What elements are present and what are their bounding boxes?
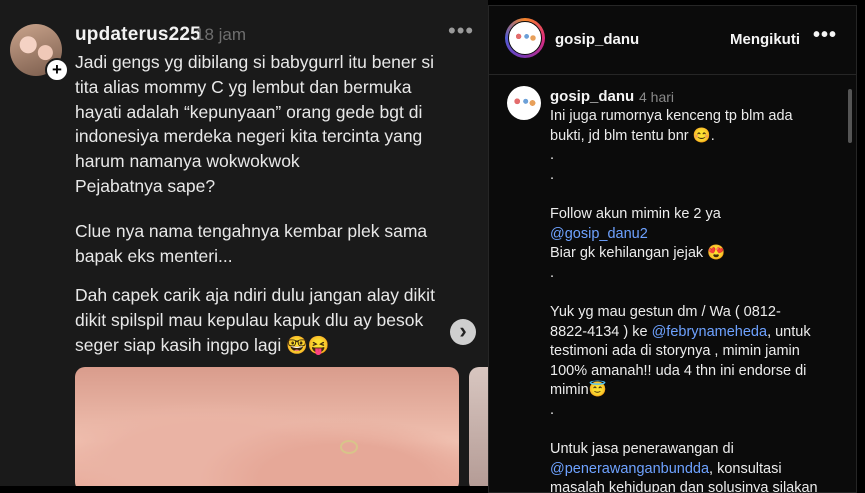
- panel-username[interactable]: gosip_danu: [555, 31, 639, 48]
- caption-line: Ini juga rumornya kenceng tp blm ada: [550, 107, 842, 127]
- caption-text: Follow akun mimin ke 2 ya: [550, 205, 721, 222]
- caption-time: 4 hari: [639, 89, 675, 105]
- caption-line: 100% amanah!! uda 4 thn ini endorse di: [550, 362, 842, 382]
- panel-header: gosip_danu Mengikuti •••: [489, 6, 856, 75]
- caption-text: mimin😇: [550, 382, 607, 399]
- caption-text: 100% amanah!! uda 4 thn ini endorse di: [550, 362, 807, 379]
- caption-text: masalah kehidupan dan solusinya silakan: [550, 480, 818, 493]
- mention-link[interactable]: @gosip_danu2: [550, 226, 648, 242]
- post-paragraph-2: Clue nya nama tengahnya kembar plek sama…: [75, 221, 428, 266]
- profile-avatar[interactable]: [508, 21, 542, 55]
- following-button[interactable]: Mengikuti: [730, 31, 800, 48]
- mention-link[interactable]: @penerawanganbundda: [550, 461, 709, 477]
- carousel-next-button[interactable]: ›: [450, 319, 476, 345]
- caption-line: @gosip_danu2: [550, 225, 842, 245]
- caption-text: bukti, jd blm tentu bnr 😊.: [550, 127, 715, 144]
- scrollbar[interactable]: [848, 89, 852, 143]
- caption-line: masalah kehidupan dan solusinya silakan: [550, 479, 842, 493]
- caption-line: .: [550, 264, 842, 284]
- mention-link[interactable]: @febrynameheda: [652, 324, 767, 340]
- caption-text: .: [550, 166, 555, 183]
- caption-line: [550, 185, 842, 205]
- caption-text: , konsultasi: [709, 460, 782, 477]
- author-username[interactable]: updaterus225: [75, 24, 201, 46]
- caption-line: .: [550, 401, 842, 421]
- caption-text: 8822-4134 ) ke: [550, 323, 652, 340]
- caption-text: .: [550, 264, 555, 281]
- post-time: 18 jam: [195, 25, 247, 44]
- caption-line: Yuk yg mau gestun dm / Wa ( 0812-: [550, 303, 842, 323]
- follow-plus-icon[interactable]: +: [45, 58, 69, 82]
- post-photo-next[interactable]: [469, 367, 488, 486]
- caption-text: .: [550, 147, 555, 164]
- caption-body: Ini juga rumornya kenceng tp blm ada bukt…: [550, 107, 842, 493]
- panel-more-icon[interactable]: •••: [813, 24, 837, 47]
- caption-line: testimoni ada di storynya , mimin jamin: [550, 342, 842, 362]
- post-card: + updaterus225 18 jam ••• Jadi gengs yg …: [0, 0, 488, 486]
- caption-text: Yuk yg mau gestun dm / Wa ( 0812-: [550, 303, 781, 320]
- caption-line: Biar gk kehilangan jejak 😍: [550, 244, 842, 264]
- profile-story-ring[interactable]: [505, 18, 545, 58]
- post-paragraph-1: Jadi gengs yg dibilang si babygurrl itu …: [75, 52, 434, 196]
- caption-text: testimoni ada di storynya , mimin jamin: [550, 343, 800, 360]
- caption-text: Untuk jasa penerawangan di: [550, 441, 734, 458]
- necklace-detail: [340, 440, 358, 454]
- caption-line: 8822-4134 ) ke @febrynameheda, untuk: [550, 323, 842, 343]
- caption-line: mimin😇: [550, 381, 842, 401]
- caption-line: Follow akun mimin ke 2 ya: [550, 205, 842, 225]
- caption-line: .: [550, 166, 842, 186]
- caption-line: [550, 421, 842, 441]
- caption-line: @penerawanganbundda, konsultasi: [550, 460, 842, 480]
- more-options-icon[interactable]: •••: [448, 18, 474, 44]
- caption-avatar[interactable]: [507, 86, 541, 120]
- post-photo[interactable]: [75, 367, 459, 486]
- caption-line: [550, 283, 842, 303]
- caption-text: Ini juga rumornya kenceng tp blm ada: [550, 108, 793, 124]
- caption-line: .: [550, 146, 842, 166]
- caption-username[interactable]: gosip_danu: [550, 88, 634, 105]
- post-paragraph-3: Dah capek carik aja ndiri dulu jangan al…: [75, 285, 435, 355]
- caption-line: bukti, jd blm tentu bnr 😊.: [550, 127, 842, 147]
- caption-text: Biar gk kehilangan jejak 😍: [550, 245, 726, 262]
- caption-text: .: [550, 401, 555, 418]
- caption-line: Untuk jasa penerawangan di: [550, 440, 842, 460]
- caption-text: , untuk: [767, 323, 811, 340]
- instagram-panel: gosip_danu Mengikuti ••• gosip_danu 4 ha…: [488, 5, 857, 493]
